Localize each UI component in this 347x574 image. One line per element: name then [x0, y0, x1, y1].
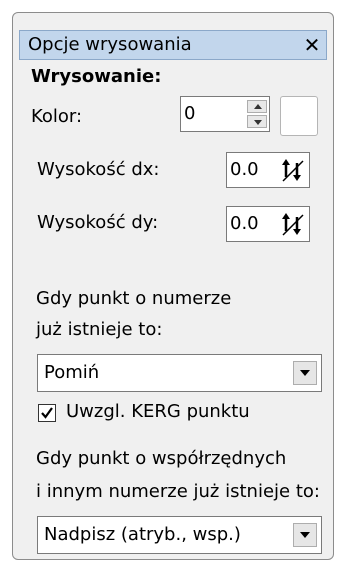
- color-spinner[interactable]: 0: [180, 96, 270, 132]
- color-value[interactable]: 0: [184, 103, 195, 124]
- spin-up-icon: [254, 104, 262, 109]
- arrows-up-down-icon[interactable]: [280, 211, 306, 237]
- kerg-checkbox[interactable]: [38, 404, 56, 422]
- height-dy-input[interactable]: 0.0: [226, 206, 310, 242]
- height-dy-label: Wysokość dy:: [37, 212, 159, 233]
- height-dx-input[interactable]: 0.0: [226, 152, 310, 188]
- spin-down-button[interactable]: [247, 115, 267, 128]
- height-dy-value[interactable]: 0.0: [230, 213, 259, 234]
- point-number-action-select[interactable]: Pomiń: [37, 354, 322, 392]
- window-title: Opcje wrysowania: [28, 34, 192, 55]
- point-number-action-value: Pomiń: [44, 362, 100, 383]
- spin-up-button[interactable]: [247, 100, 267, 113]
- point-coords-label-line1: Gdy punkt o współrzędnych: [36, 448, 287, 469]
- chevron-down-icon: [300, 370, 310, 376]
- chevron-down-icon: [300, 532, 310, 538]
- point-coords-label-line2: i innym numerze już istnieje to:: [36, 481, 320, 502]
- section-heading: Wrysowanie:: [31, 66, 162, 87]
- checkmark-icon: [41, 407, 53, 419]
- dropdown-button[interactable]: [293, 361, 317, 385]
- color-label: Kolor:: [31, 106, 83, 127]
- close-button[interactable]: ✕: [300, 33, 324, 57]
- close-icon: ✕: [303, 33, 321, 57]
- point-coords-action-value: Nadpisz (atryb., wsp.): [44, 524, 241, 545]
- spin-down-icon: [254, 120, 262, 125]
- color-spin-buttons: [247, 100, 267, 128]
- kerg-label[interactable]: Uwzgl. KERG punktu: [66, 401, 250, 422]
- dropdown-button[interactable]: [293, 523, 317, 547]
- arrows-up-down-icon[interactable]: [280, 157, 306, 183]
- point-number-label-line2: już istnieje to:: [36, 319, 163, 340]
- height-dx-label: Wysokość dx:: [37, 159, 160, 180]
- options-panel: [12, 12, 334, 560]
- color-swatch[interactable]: [280, 96, 318, 136]
- title-bar: Opcje wrysowania ✕: [19, 30, 327, 60]
- point-coords-action-select[interactable]: Nadpisz (atryb., wsp.): [37, 516, 322, 554]
- point-number-label-line1: Gdy punkt o numerze: [36, 288, 232, 309]
- height-dx-value[interactable]: 0.0: [230, 159, 259, 180]
